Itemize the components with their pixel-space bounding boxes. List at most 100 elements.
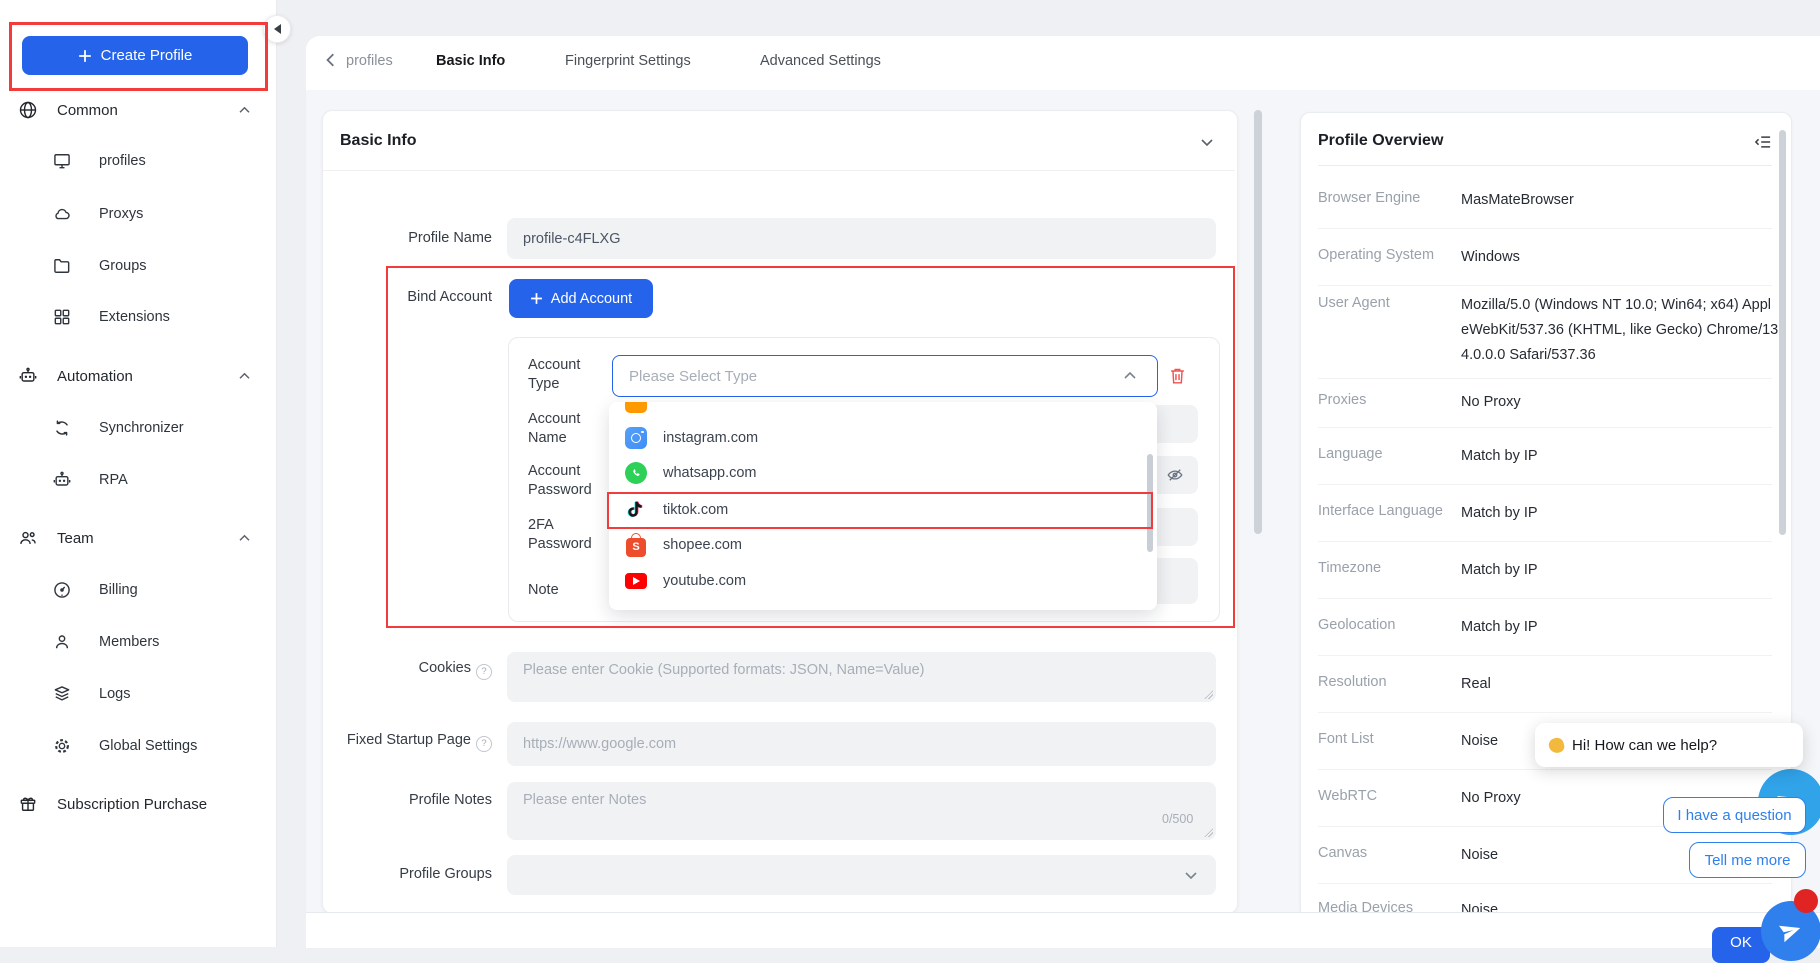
dropdown-option-shopee[interactable]: shopee.com [609,529,1157,561]
amazon-icon [625,402,647,413]
help-icon[interactable] [476,736,492,752]
instagram-icon [625,427,647,449]
robot-icon [18,366,38,386]
profile-name-value: profile-c4FLXG [523,231,621,247]
overview-row-label: Canvas [1318,845,1367,861]
overview-row-label: Browser Engine [1318,190,1420,206]
tab-fingerprint-settings[interactable]: Fingerprint Settings [565,53,691,69]
sidebar-group-team[interactable]: Team [0,522,276,554]
profile-name-input[interactable]: profile-c4FLXG [507,218,1216,259]
chat-greeting-text: Hi! How can we help? [1572,737,1717,754]
sidebar-item-synchronizer[interactable]: Synchronizer [0,412,276,444]
sidebar-item-rpa[interactable]: RPA [0,464,276,496]
overview-row-value: Mozilla/5.0 (Windows NT 10.0; Win64; x64… [1461,293,1779,368]
chevron-up-icon[interactable] [1123,371,1137,381]
group-label: Automation [57,368,133,385]
item-label: Groups [99,258,147,274]
sidebar-item-proxys[interactable]: Proxys [0,198,276,230]
tab-basic-info[interactable]: Basic Info [436,53,505,69]
account-type-select[interactable]: Please Select Type [612,355,1158,397]
help-icon[interactable] [476,664,492,680]
tab-back-profiles[interactable]: profiles [346,53,393,69]
resize-handle[interactable] [1204,828,1213,837]
wave-hand-icon [1547,736,1565,754]
chat-greeting-bubble: Hi! How can we help? [1535,723,1803,767]
add-account-button[interactable]: Add Account [509,279,653,318]
dropdown-option-tiktok[interactable]: tiktok.com [609,494,1157,526]
profile-notes-placeholder: Please enter Notes [523,792,646,808]
cookies-textarea[interactable]: Please enter Cookie (Supported formats: … [507,652,1216,702]
eye-slash-icon[interactable] [1166,466,1184,484]
sidebar-collapse-button[interactable] [263,15,291,43]
item-label: Logs [99,686,130,702]
chevron-down-icon[interactable] [1184,870,1198,880]
team-icon [18,528,38,548]
card-header-divider [323,170,1235,171]
ok-label: OK [1730,934,1752,951]
profile-groups-select[interactable] [507,855,1216,895]
sidebar-item-extensions[interactable]: Extensions [0,301,276,333]
person-icon [52,632,72,652]
overview-row-value: Match by IP [1461,558,1779,583]
create-profile-label: Create Profile [101,47,193,64]
sidebar-item-global-settings[interactable]: Global Settings [0,730,276,762]
overview-scrollbar[interactable] [1779,130,1786,535]
sidebar-item-members[interactable]: Members [0,626,276,658]
cookies-placeholder: Please enter Cookie (Supported formats: … [523,662,925,678]
item-label: profiles [99,153,146,169]
folder-icon [52,256,72,276]
item-label: Extensions [99,309,170,325]
plus-icon [78,49,92,63]
account-name-label: Account Name [528,410,612,448]
grid-icon [52,307,72,327]
row-divider [1318,541,1772,542]
row-divider [1318,883,1772,884]
sidebar-group-automation[interactable]: Automation [0,360,276,392]
row-divider [1318,228,1772,229]
tab-bar: profiles Basic Info Fingerprint Settings… [306,36,1820,88]
item-label: Members [99,634,159,650]
main-scrollbar[interactable] [1254,110,1262,534]
panel-collapse-icon[interactable] [1754,134,1772,150]
chat-question-button[interactable]: I have a question [1663,797,1806,833]
create-profile-button[interactable]: Create Profile [22,36,248,75]
dropdown-option-youtube[interactable]: youtube.com [609,565,1157,597]
profile-notes-textarea[interactable]: Please enter Notes [507,782,1216,840]
dropdown-scrollbar[interactable] [1147,454,1153,552]
row-divider [1318,484,1772,485]
dropdown-option-partial[interactable] [609,402,1157,418]
sidebar-item-groups[interactable]: Groups [0,250,276,282]
chevron-up-icon [238,534,251,543]
profile-notes-label: Profile Notes [302,792,492,808]
group-label: Common [57,102,118,119]
gift-icon [18,794,38,814]
gauge-icon [52,580,72,600]
chat-more-label: Tell me more [1705,852,1791,869]
overview-row-label: Language [1318,446,1383,462]
sidebar-group-common[interactable]: Common [0,94,276,126]
resize-handle[interactable] [1204,690,1213,699]
sidebar-item-logs[interactable]: Logs [0,678,276,710]
robot-icon [52,470,72,490]
chevron-down-icon[interactable] [1200,136,1214,148]
trash-icon[interactable] [1168,366,1187,386]
group-label: Team [57,530,94,547]
overview-row-label: Proxies [1318,392,1366,408]
add-account-label: Add Account [551,291,632,307]
sidebar-item-billing[interactable]: Billing [0,574,276,606]
row-divider [1318,427,1772,428]
tab-advanced-settings[interactable]: Advanced Settings [760,53,881,69]
chevron-left-icon[interactable] [324,52,338,68]
option-label: whatsapp.com [663,465,757,481]
chevron-up-icon [238,106,251,115]
dropdown-option-instagram[interactable]: instagram.com [609,422,1157,454]
sidebar-item-profiles[interactable]: profiles [0,145,276,177]
overview-row-label: Interface Language [1318,503,1443,519]
dropdown-option-whatsapp[interactable]: whatsapp.com [609,457,1157,489]
fixed-startup-input[interactable]: https://www.google.com [507,722,1216,766]
section-title: Basic Info [340,132,416,150]
overview-row-value: MasMateBrowser [1461,188,1779,213]
bind-account-label: Bind Account [302,289,492,305]
sidebar-item-subscription-purchase[interactable]: Subscription Purchase [0,788,276,820]
chat-more-button[interactable]: Tell me more [1689,842,1806,878]
